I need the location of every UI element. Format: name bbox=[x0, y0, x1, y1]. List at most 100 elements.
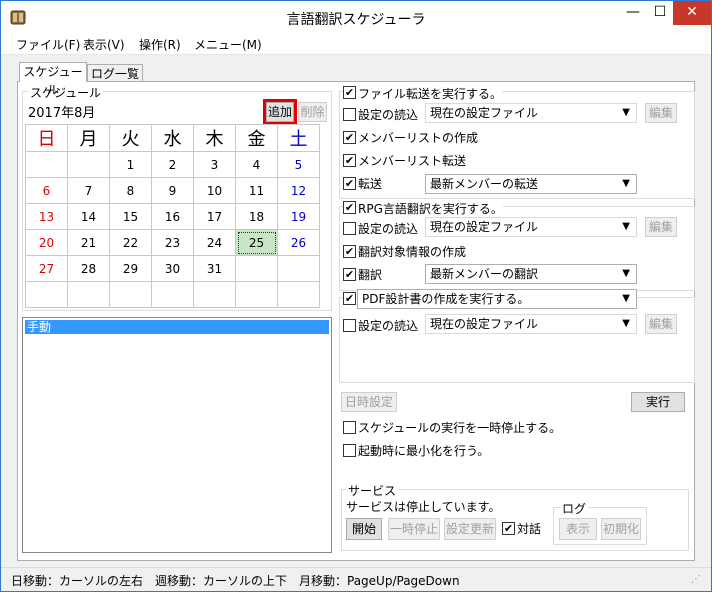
calendar-day[interactable]: 28 bbox=[67, 255, 110, 282]
rpg-load-settings-checkbox[interactable] bbox=[343, 222, 356, 235]
member-list-transfer-label: メンバーリスト転送 bbox=[358, 154, 467, 168]
calendar-day[interactable]: 8 bbox=[109, 177, 152, 204]
calendar-day[interactable] bbox=[109, 281, 152, 308]
calendar-day-selected[interactable]: 25 bbox=[235, 229, 278, 256]
calendar-day[interactable]: 4 bbox=[235, 151, 278, 178]
resize-grip-icon[interactable]: ⋰ bbox=[691, 574, 701, 585]
weekday-sat: 土 bbox=[277, 124, 320, 152]
calendar-day[interactable] bbox=[235, 255, 278, 282]
rpg-translate-checkbox[interactable]: ✔ bbox=[343, 268, 356, 281]
rpg-edit-button[interactable]: 編集 bbox=[645, 217, 677, 237]
menu-file[interactable]: ファイル(F) bbox=[16, 36, 80, 53]
pdf-load-settings-label: 設定の読込 bbox=[358, 319, 419, 333]
schedule-list[interactable]: 手動 bbox=[22, 317, 332, 553]
calendar-day[interactable] bbox=[193, 281, 236, 308]
calendar-day[interactable] bbox=[151, 281, 194, 308]
calendar-month: 2017年8月 bbox=[28, 106, 96, 121]
calendar-day[interactable]: 31 bbox=[193, 255, 236, 282]
log-init-button[interactable]: 初期化 bbox=[601, 518, 641, 540]
member-list-create-label: メンバーリストの作成 bbox=[358, 131, 479, 145]
calendar-day[interactable] bbox=[277, 281, 320, 308]
calendar-day[interactable]: 27 bbox=[25, 255, 68, 282]
minimize-icon: — bbox=[626, 4, 640, 20]
calendar-day[interactable]: 21 bbox=[67, 229, 110, 256]
rpg-checkbox[interactable]: ✔ bbox=[343, 201, 356, 214]
member-list-create-checkbox[interactable]: ✔ bbox=[343, 131, 356, 144]
chevron-down-icon: ▼ bbox=[622, 178, 630, 189]
transfer-option-select[interactable]: 最新メンバーの転送 ▼ bbox=[425, 174, 637, 194]
transfer-settings-file-select[interactable]: 現在の設定ファイル ▼ bbox=[425, 103, 637, 123]
transfer-header: ファイル転送を実行する。 bbox=[358, 85, 503, 102]
calendar-day[interactable]: 30 bbox=[151, 255, 194, 282]
calendar-day[interactable]: 23 bbox=[151, 229, 194, 256]
calendar-day[interactable]: 1 bbox=[109, 151, 152, 178]
calendar-day[interactable]: 13 bbox=[25, 203, 68, 230]
calendar-day[interactable]: 7 bbox=[67, 177, 110, 204]
calendar-day[interactable]: 19 bbox=[277, 203, 320, 230]
tab-log-list[interactable]: ログ一覧 bbox=[87, 64, 143, 82]
transfer-checkbox[interactable]: ✔ bbox=[343, 86, 356, 99]
calendar-day[interactable]: 6 bbox=[25, 177, 68, 204]
execute-button[interactable]: 実行 bbox=[631, 392, 685, 412]
delete-button[interactable]: 削除 bbox=[298, 102, 327, 122]
close-button[interactable]: ✕ bbox=[673, 1, 711, 25]
menu-menu[interactable]: メニュー(M) bbox=[194, 36, 262, 53]
log-show-button[interactable]: 表示 bbox=[559, 518, 597, 540]
pause-schedule-checkbox[interactable] bbox=[343, 421, 356, 434]
datetime-settings-button[interactable]: 日時設定 bbox=[341, 392, 397, 412]
calendar-day[interactable]: 29 bbox=[109, 255, 152, 282]
service-pause-button[interactable]: 一時停止 bbox=[388, 518, 440, 540]
rpg-translate-option-select[interactable]: 最新メンバーの翻訳 ▼ bbox=[425, 264, 637, 284]
pdf-edit-button[interactable]: 編集 bbox=[645, 314, 677, 334]
weekday-mon: 月 bbox=[67, 124, 110, 152]
calendar-day[interactable] bbox=[277, 255, 320, 282]
calendar-day[interactable]: 24 bbox=[193, 229, 236, 256]
calendar-day[interactable] bbox=[25, 281, 68, 308]
rpg-settings-file-select[interactable]: 現在の設定ファイル ▼ bbox=[425, 217, 637, 237]
pdf-load-settings-checkbox[interactable] bbox=[343, 319, 356, 332]
transfer-load-settings-label: 設定の読込 bbox=[358, 108, 419, 122]
calendar-day[interactable]: 10 bbox=[193, 177, 236, 204]
calendar-day[interactable]: 17 bbox=[193, 203, 236, 230]
calendar-day[interactable] bbox=[25, 151, 68, 178]
calendar-day[interactable] bbox=[67, 281, 110, 308]
calendar-day[interactable]: 2 bbox=[151, 151, 194, 178]
minimize-button[interactable]: — bbox=[619, 1, 647, 25]
calendar-day[interactable]: 14 bbox=[67, 203, 110, 230]
calendar-grid: 日 月 火 水 木 金 土 1 2 3 4 5 6 7 8 9 10 11 12… bbox=[25, 124, 320, 308]
transfer-edit-button[interactable]: 編集 bbox=[645, 103, 677, 123]
calendar-day[interactable]: 20 bbox=[25, 229, 68, 256]
calendar-day[interactable]: 15 bbox=[109, 203, 152, 230]
calendar-day[interactable]: 16 bbox=[151, 203, 194, 230]
service-dialog-checkbox[interactable]: ✔ bbox=[502, 522, 515, 535]
tab-schedule[interactable]: スケジュール bbox=[19, 62, 87, 97]
maximize-icon: ☐ bbox=[653, 4, 667, 20]
calendar-day[interactable]: 12 bbox=[277, 177, 320, 204]
list-item[interactable]: 手動 bbox=[25, 320, 329, 334]
pdf-header-select[interactable]: PDF設計書の作成を実行する。 ▼ bbox=[357, 289, 637, 309]
calendar-day[interactable]: 22 bbox=[109, 229, 152, 256]
menu-view[interactable]: 表示(V) bbox=[83, 36, 125, 53]
pdf-settings-file-select[interactable]: 現在の設定ファイル ▼ bbox=[425, 314, 637, 334]
maximize-button[interactable]: ☐ bbox=[647, 1, 673, 25]
close-icon: ✕ bbox=[686, 4, 698, 20]
calendar-day[interactable]: 9 bbox=[151, 177, 194, 204]
transfer-load-settings-checkbox[interactable] bbox=[343, 108, 356, 121]
calendar-day[interactable]: 26 bbox=[277, 229, 320, 256]
pdf-checkbox[interactable]: ✔ bbox=[343, 292, 356, 305]
calendar-day[interactable]: 18 bbox=[235, 203, 278, 230]
calendar-day[interactable] bbox=[235, 281, 278, 308]
calendar-day[interactable] bbox=[67, 151, 110, 178]
status-bar: 日移動：カーソルの左右 週移動：カーソルの上下 月移動：PageUp/PageD… bbox=[1, 567, 711, 591]
calendar-day[interactable]: 3 bbox=[193, 151, 236, 178]
add-button[interactable]: 追加 bbox=[266, 102, 294, 122]
rpg-target-info-checkbox[interactable]: ✔ bbox=[343, 245, 356, 258]
menu-operation[interactable]: 操作(R) bbox=[139, 36, 181, 53]
minimize-on-start-checkbox[interactable] bbox=[343, 444, 356, 457]
service-start-button[interactable]: 開始 bbox=[346, 518, 382, 540]
calendar-day[interactable]: 5 bbox=[277, 151, 320, 178]
service-update-settings-button[interactable]: 設定更新 bbox=[444, 518, 496, 540]
calendar-day[interactable]: 11 bbox=[235, 177, 278, 204]
transfer-execute-checkbox[interactable]: ✔ bbox=[343, 177, 356, 190]
member-list-transfer-checkbox[interactable]: ✔ bbox=[343, 154, 356, 167]
